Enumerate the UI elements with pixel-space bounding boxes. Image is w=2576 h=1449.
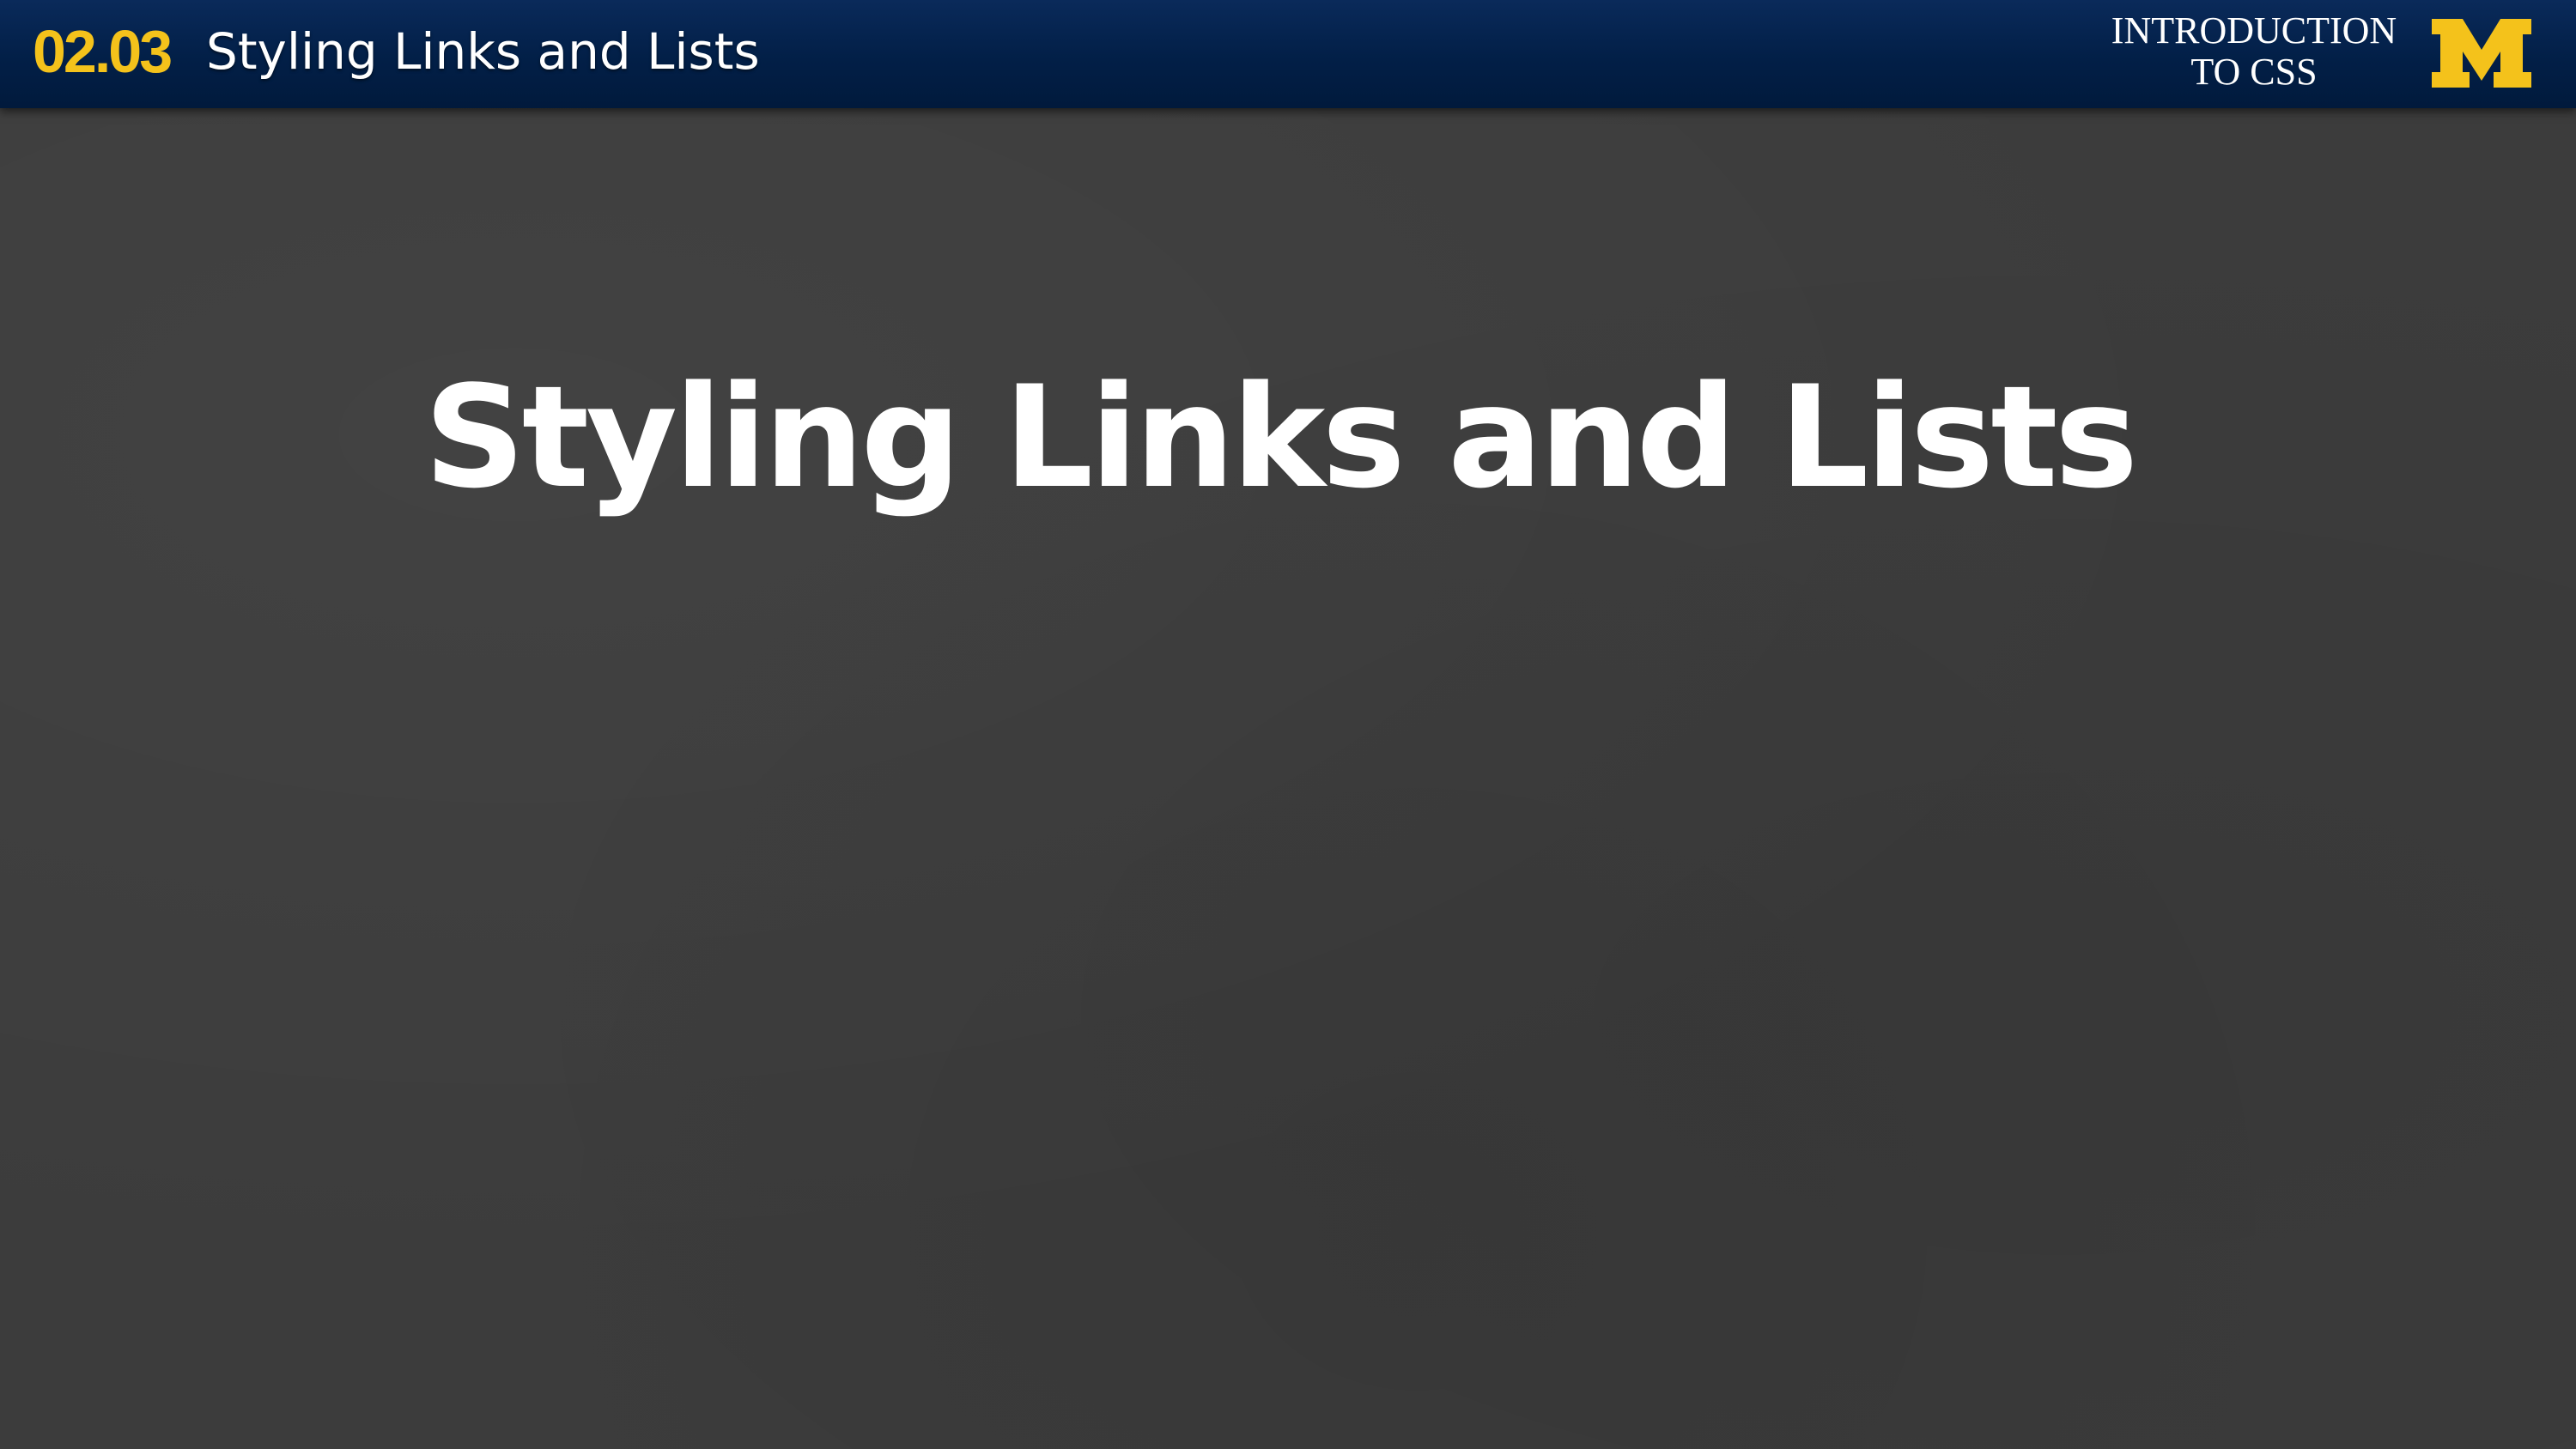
block-m-logo-icon: [2432, 19, 2531, 88]
slide: 02.03 Styling Links and Lists INTRODUCTI…: [0, 0, 2576, 1449]
course-title-line2: TO CSS: [2190, 51, 2318, 93]
course-title-line1: INTRODUCTION: [2111, 9, 2397, 52]
header-bar: 02.03 Styling Links and Lists INTRODUCTI…: [0, 0, 2576, 108]
course-title: INTRODUCTION TO CSS: [2095, 10, 2413, 93]
lesson-title: Styling Links and Lists: [206, 22, 760, 81]
slide-title: Styling Links and Lists: [423, 355, 2139, 519]
lesson-number: 02.03: [33, 18, 173, 85]
